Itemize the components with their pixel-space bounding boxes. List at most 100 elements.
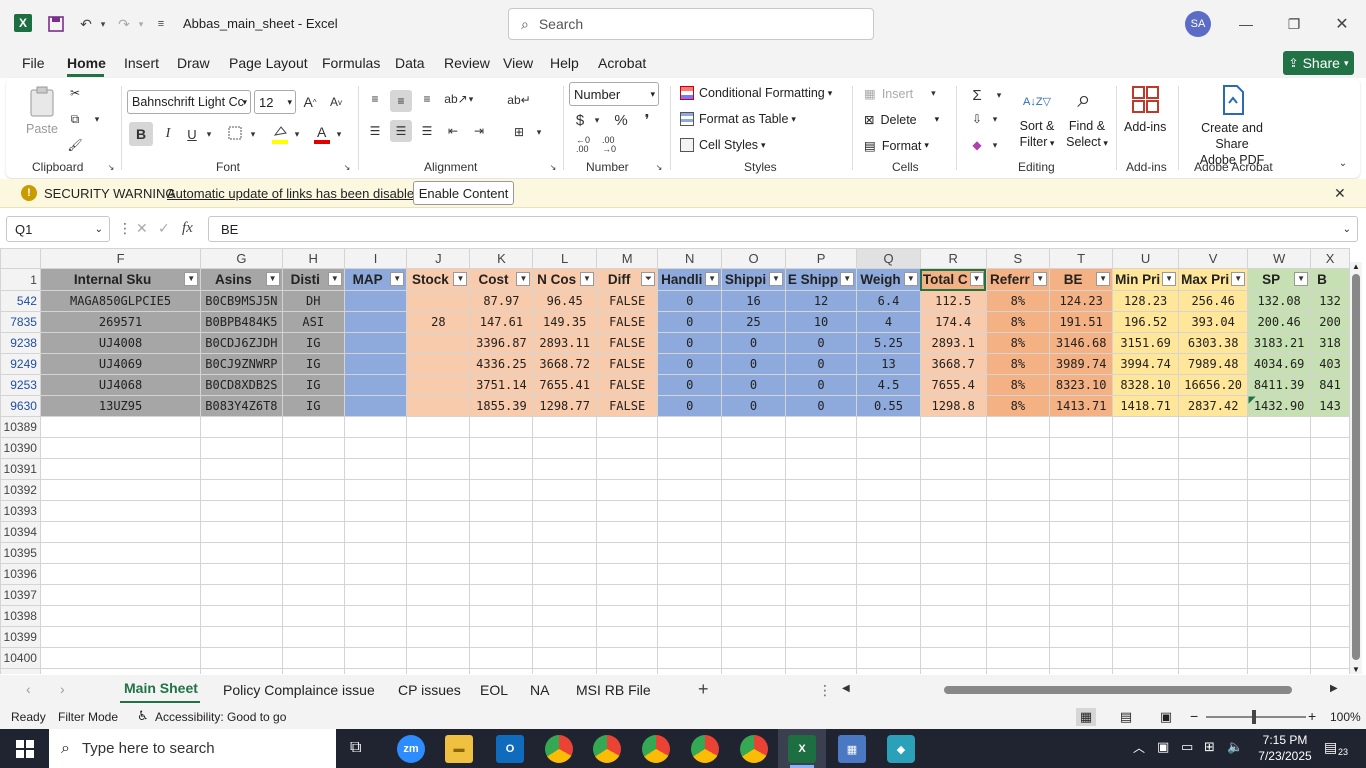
align-left-icon[interactable]: ☰	[366, 122, 384, 140]
autosum-dropdown-icon[interactable]: ▾	[994, 86, 1004, 104]
empty-cell[interactable]	[784, 626, 858, 648]
table-cell[interactable]: 8%	[985, 332, 1051, 354]
empty-cell[interactable]	[919, 479, 987, 501]
table-cell[interactable]: 2893.1	[919, 332, 987, 354]
empty-cell[interactable]	[985, 542, 1051, 564]
empty-cell[interactable]	[1049, 542, 1114, 564]
collapse-ribbon-icon[interactable]: ⌄	[1336, 156, 1350, 170]
empty-cell[interactable]	[919, 458, 987, 480]
table-cell[interactable]: 3151.69	[1112, 332, 1180, 354]
row-header[interactable]: 9238	[0, 332, 41, 354]
empty-cell[interactable]	[1049, 521, 1114, 543]
empty-cell[interactable]	[1112, 563, 1180, 585]
empty-cell[interactable]	[1310, 626, 1350, 648]
empty-cell[interactable]	[1178, 521, 1249, 543]
spreadsheet-grid[interactable]: F G H I J K L M N O P Q R S T U V W X 1I…	[0, 248, 1350, 674]
redo-icon[interactable]: ↷	[114, 14, 134, 34]
empty-cell[interactable]	[200, 521, 283, 543]
empty-cell[interactable]	[1310, 647, 1350, 669]
empty-cell[interactable]	[919, 605, 987, 627]
table-cell[interactable]: FALSE	[595, 374, 659, 396]
column-header[interactable]: S	[985, 248, 1051, 269]
empty-cell[interactable]	[343, 458, 408, 480]
row-header[interactable]: 1	[0, 268, 41, 291]
empty-cell[interactable]	[1178, 647, 1249, 669]
more-options-icon[interactable]: ⋮	[118, 220, 132, 237]
empty-cell[interactable]	[1178, 437, 1249, 459]
excel-taskbar-icon[interactable]: X	[788, 735, 816, 763]
align-center-icon[interactable]: ☰	[390, 120, 412, 142]
table-cell[interactable]: 3989.74	[1049, 353, 1114, 375]
empty-cell[interactable]	[1178, 626, 1249, 648]
vertical-scrollbar[interactable]: ▲ ▼	[1350, 262, 1362, 674]
battery-icon[interactable]: ▭	[1181, 739, 1193, 755]
row-header[interactable]: 542	[0, 290, 41, 312]
copy-dropdown-icon[interactable]: ▾	[92, 110, 102, 128]
table-header-cell[interactable]: Total C ▼	[919, 268, 987, 291]
table-cell[interactable]: FALSE	[595, 311, 659, 333]
table-cell[interactable]: 5.25	[856, 332, 921, 354]
empty-cell[interactable]	[281, 563, 345, 585]
fill-color-dropdown-icon[interactable]: ▾	[292, 122, 302, 146]
table-cell[interactable]	[406, 374, 471, 396]
table-cell[interactable]: 0	[657, 353, 723, 375]
tab-view[interactable]: View	[503, 55, 533, 71]
table-cell[interactable]: 4034.69	[1247, 353, 1312, 375]
comma-style-icon[interactable]: ❜	[640, 110, 654, 130]
undo-icon[interactable]: ↶	[76, 14, 96, 34]
table-header-cell[interactable]: Referr ▼	[985, 268, 1051, 291]
table-cell[interactable]: 12	[784, 290, 858, 312]
tab-page-layout[interactable]: Page Layout	[229, 55, 308, 71]
empty-cell[interactable]	[919, 542, 987, 564]
table-cell[interactable]: 2837.42	[1178, 395, 1249, 417]
empty-cell[interactable]	[532, 584, 597, 606]
table-cell[interactable]: 10	[784, 311, 858, 333]
table-cell[interactable]: 1298.8	[919, 395, 987, 417]
percent-icon[interactable]: %	[612, 110, 630, 130]
empty-cell[interactable]	[784, 500, 858, 522]
empty-cell[interactable]	[1112, 626, 1180, 648]
italic-icon[interactable]: I	[158, 122, 178, 146]
borders-dropdown-icon[interactable]: ▾	[248, 122, 258, 146]
table-cell[interactable]: 7655.4	[919, 374, 987, 396]
add-sheet-icon[interactable]: +	[698, 679, 709, 700]
merge-dropdown-icon[interactable]: ▾	[534, 122, 544, 142]
empty-cell[interactable]	[1247, 584, 1312, 606]
empty-cell[interactable]	[721, 647, 786, 669]
table-header-cell[interactable]: Stock ▼	[406, 268, 471, 291]
windows-start-icon[interactable]	[16, 740, 34, 758]
decrease-font-icon[interactable]: Av	[326, 92, 346, 112]
bold-icon[interactable]: B	[129, 122, 153, 146]
table-cell[interactable]: B0CDJ6ZJDH	[200, 332, 283, 354]
empty-cell[interactable]	[1247, 416, 1312, 438]
table-cell[interactable]: 8323.10	[1049, 374, 1114, 396]
empty-cell[interactable]	[39, 542, 202, 564]
empty-cell[interactable]	[595, 584, 659, 606]
empty-cell[interactable]	[1178, 500, 1249, 522]
empty-cell[interactable]	[1178, 584, 1249, 606]
close-warning-icon[interactable]: ✕	[1334, 185, 1346, 202]
empty-cell[interactable]	[856, 458, 921, 480]
underline-dropdown-icon[interactable]: ▾	[204, 122, 214, 146]
prev-sheet-icon[interactable]: ‹	[26, 681, 31, 697]
table-cell[interactable]: 3183.21	[1247, 332, 1312, 354]
chrome-icon-2[interactable]	[593, 735, 621, 763]
empty-cell[interactable]	[1049, 626, 1114, 648]
empty-cell[interactable]	[595, 563, 659, 585]
empty-cell[interactable]	[406, 647, 471, 669]
empty-cell[interactable]	[469, 668, 534, 674]
table-cell[interactable]: 8%	[985, 374, 1051, 396]
filter-dropdown-icon[interactable]: ▼	[1033, 272, 1048, 286]
table-cell[interactable]: FALSE	[595, 353, 659, 375]
empty-cell[interactable]	[343, 584, 408, 606]
column-header[interactable]: M	[595, 248, 659, 269]
empty-cell[interactable]	[406, 542, 471, 564]
empty-cell[interactable]	[1049, 605, 1114, 627]
empty-cell[interactable]	[721, 563, 786, 585]
scroll-left-icon[interactable]: ◀	[842, 683, 850, 694]
empty-cell[interactable]	[469, 647, 534, 669]
table-cell[interactable]: 8%	[985, 395, 1051, 417]
table-cell[interactable]: 191.51	[1049, 311, 1114, 333]
table-cell[interactable]: 0	[721, 353, 786, 375]
table-cell[interactable]	[406, 332, 471, 354]
